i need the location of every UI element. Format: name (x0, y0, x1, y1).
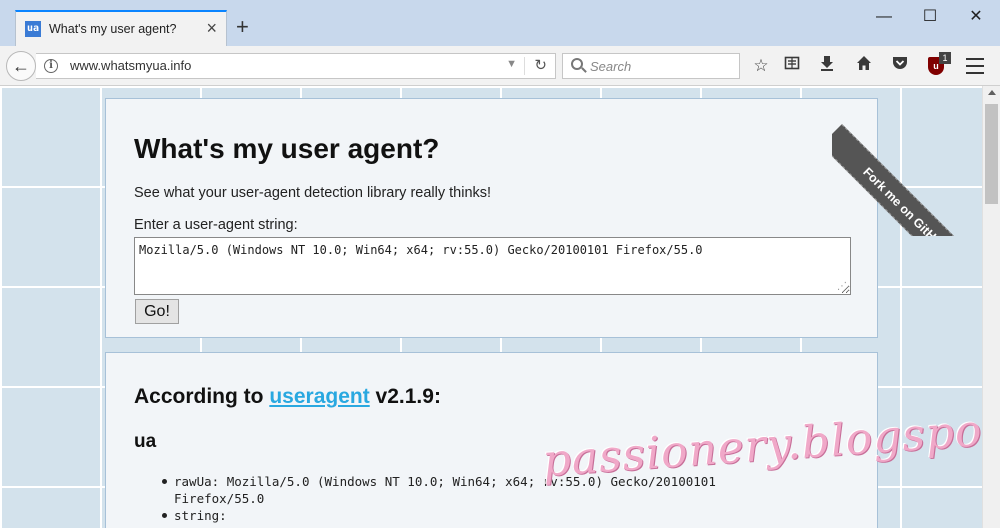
list-item: rawUa: Mozilla/5.0 (Windows NT 10.0; Win… (162, 473, 802, 507)
scroll-up-icon[interactable] (988, 90, 996, 95)
reload-icon[interactable]: ↻ (534, 56, 547, 74)
browser-tab[interactable]: ua What's my user agent? × (15, 10, 227, 46)
github-ribbon[interactable]: Fork me on GitHub (832, 86, 982, 236)
resize-grip-icon[interactable]: ⋰ (837, 281, 849, 293)
title-bar: ua What's my user agent? × + — ☐ ✕ (0, 0, 1000, 46)
nav-bar: i www.whatsmyua.info ▼ ↻ ← Search ☆ u 1 (0, 46, 1000, 86)
tab-favicon-icon: ua (25, 21, 41, 37)
minimize-button[interactable]: — (864, 6, 904, 28)
home-icon[interactable] (853, 55, 875, 77)
useragent-link[interactable]: useragent (269, 385, 369, 408)
search-bar[interactable]: Search (562, 53, 740, 79)
hamburger-menu-icon[interactable] (966, 58, 984, 74)
info-icon[interactable]: i (44, 59, 58, 73)
input-card: What's my user agent? See what your user… (105, 98, 878, 338)
section-title: ua (134, 431, 157, 452)
ublock-badge: 1 (939, 52, 951, 64)
item-key: string: (174, 508, 227, 523)
maximize-button[interactable]: ☐ (910, 6, 950, 28)
url-separator (524, 57, 525, 75)
download-icon[interactable] (816, 55, 838, 77)
page-subtitle: See what your user-agent detection libra… (134, 185, 492, 201)
ua-input-label: Enter a user-agent string: (134, 217, 298, 233)
search-placeholder: Search (590, 59, 632, 74)
page-title: What's my user agent? (134, 133, 440, 164)
github-ribbon-label[interactable]: Fork me on GitHub (832, 124, 982, 236)
tab-title: What's my user agent? (49, 22, 177, 36)
list-item: string: (162, 507, 802, 524)
bookmark-star-icon[interactable]: ☆ (750, 55, 772, 77)
url-text[interactable]: www.whatsmyua.info (70, 58, 191, 73)
close-window-button[interactable]: ✕ (956, 6, 996, 28)
scroll-thumb[interactable] (985, 104, 998, 204)
vertical-scrollbar[interactable] (982, 86, 1000, 528)
page-viewport: What's my user agent? See what your user… (0, 86, 982, 528)
result-list: rawUa: Mozilla/5.0 (Windows NT 10.0; Win… (162, 473, 802, 524)
reading-list-icon[interactable] (781, 55, 803, 77)
item-key: rawUa: (174, 474, 227, 489)
library-version: v2.1.9: (369, 385, 441, 408)
result-heading-prefix: According to (134, 385, 270, 408)
pocket-icon[interactable] (889, 55, 911, 77)
result-heading: According to useragent v2.1.9: (134, 385, 441, 409)
new-tab-icon[interactable]: + (236, 16, 249, 38)
url-bar[interactable]: i www.whatsmyua.info ▼ ↻ (36, 53, 556, 79)
go-button[interactable]: Go! (135, 299, 179, 324)
url-dropdown-icon[interactable]: ▼ (506, 58, 517, 70)
search-icon (571, 58, 583, 70)
tab-close-icon[interactable]: × (206, 18, 217, 38)
ua-string-textarea[interactable]: Mozilla/5.0 (Windows NT 10.0; Win64; x64… (134, 237, 851, 295)
back-button[interactable]: ← (6, 51, 36, 81)
